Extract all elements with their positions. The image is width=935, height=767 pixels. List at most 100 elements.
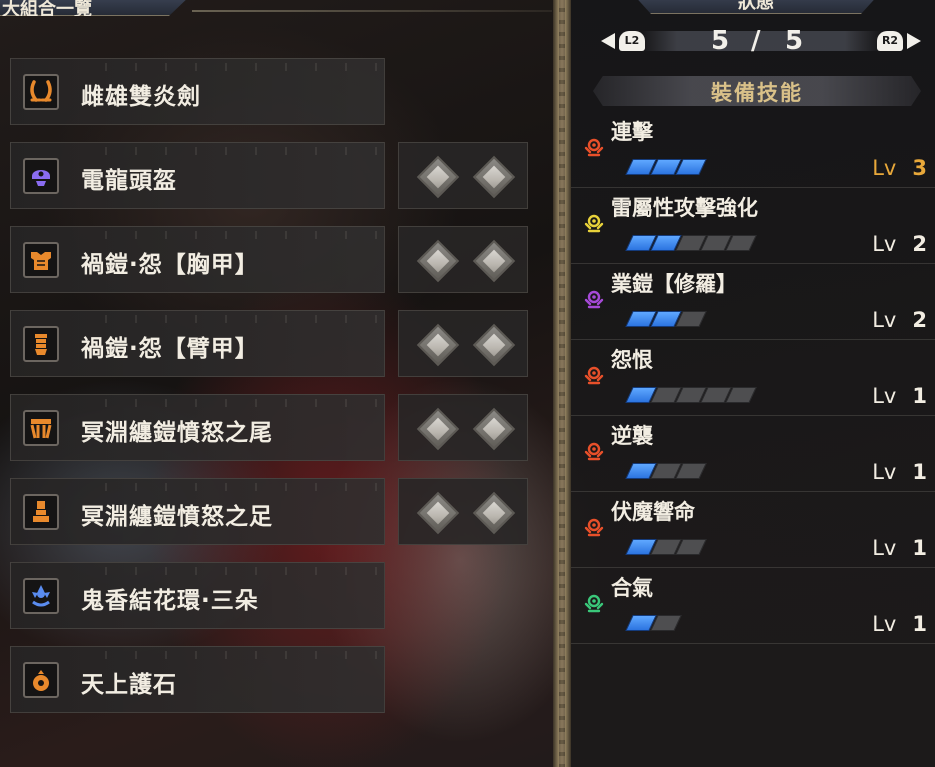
decoration-slots[interactable] [398, 226, 528, 293]
equipment-name: 鬼香結花環·三朵 [81, 588, 259, 614]
skill-row[interactable]: 連擊 Lv 3 [571, 112, 935, 188]
equipment-name: 冥淵纏鎧憤怒之尾 [81, 420, 273, 446]
decoration-slot-gem-icon[interactable] [416, 491, 460, 535]
skill-row[interactable]: 伏魔響命 Lv 1 [571, 492, 935, 568]
skill-emblem-icon [583, 212, 605, 234]
skill-emblem-icon [583, 288, 605, 310]
equipment-name: 禍鎧·怨【胸甲】 [81, 252, 259, 278]
skill-emblem-icon [583, 516, 605, 538]
skill-level-gauge [625, 539, 707, 555]
skill-name: 合氣 [611, 576, 653, 600]
current-page-number: 5 [711, 26, 730, 56]
equipment-skills-header: 裝備技能 [593, 76, 921, 106]
equipment-slot[interactable]: 電龍頭盔 [10, 142, 385, 209]
talisman-icon [23, 662, 59, 698]
chest-armor-icon [23, 242, 59, 278]
skill-level-gauge [625, 463, 707, 479]
previous-page-arrow-icon[interactable] [601, 33, 615, 49]
decoration-slot-gem-icon[interactable] [472, 323, 516, 367]
decoration-slot-gem-icon[interactable] [472, 239, 516, 283]
skill-level-gauge [625, 235, 757, 251]
dual-blades-icon [23, 74, 59, 110]
skill-level-number: 1 [912, 612, 927, 636]
equipment-slot[interactable]: 冥淵纏鎧憤怒之尾 [10, 394, 385, 461]
equipment-row[interactable]: 冥淵纏鎧憤怒之足 [10, 478, 530, 562]
header-divider-line [192, 10, 552, 12]
equipment-row[interactable]: 天上護石 [10, 646, 530, 730]
decoration-slots[interactable] [398, 478, 528, 545]
decoration-slots[interactable] [398, 310, 528, 377]
status-panel: 狀態 L2 5 / 5 R2 裝備技能 連擊 Lv 3 雷屬性攻擊強化 Lv 2 業鎧【修羅… [571, 0, 935, 767]
skill-level: Lv 1 [872, 384, 927, 408]
equipment-name: 電龍頭盔 [81, 168, 177, 194]
skill-level: Lv 1 [872, 536, 927, 560]
total-page-number: 5 [785, 26, 804, 56]
panel-divider [553, 0, 571, 767]
loadout-list-title: 大組合一覽 [2, 0, 92, 20]
status-header: 狀態 [631, 0, 881, 14]
skill-row[interactable]: 合氣 Lv 1 [571, 568, 935, 644]
skill-emblem-icon [583, 592, 605, 614]
equipment-slot[interactable]: 禍鎧·怨【臂甲】 [10, 310, 385, 377]
decoration-slots[interactable] [398, 142, 528, 209]
skill-name: 逆襲 [611, 424, 653, 448]
skill-level-number: 1 [912, 536, 927, 560]
skill-emblem-icon [583, 364, 605, 386]
equipment-row[interactable]: 電龍頭盔 [10, 142, 530, 226]
decoration-slot-gem-icon[interactable] [472, 491, 516, 535]
equipment-slot[interactable]: 禍鎧·怨【胸甲】 [10, 226, 385, 293]
skill-level-number: 1 [912, 460, 927, 484]
skill-level-gauge [625, 615, 682, 631]
skill-name: 雷屬性攻擊強化 [611, 196, 758, 220]
decoration-slot-gem-icon[interactable] [416, 407, 460, 451]
skill-level-label: Lv [872, 232, 897, 256]
skill-row[interactable]: 怨恨 Lv 1 [571, 340, 935, 416]
skill-level-label: Lv [872, 536, 897, 560]
decoration-slot-gem-icon[interactable] [416, 155, 460, 199]
leg-armor-icon [23, 494, 59, 530]
charm-flower-icon [23, 578, 59, 614]
skill-level-label: Lv [872, 460, 897, 484]
loadout-list-header: 大組合一覽 [0, 0, 192, 16]
equipment-row[interactable]: 鬼香結花環·三朵 [10, 562, 530, 646]
page-separator: / [751, 26, 761, 56]
skill-level-gauge [625, 311, 707, 327]
skill-level-number: 2 [912, 308, 927, 332]
decoration-slot-gem-icon[interactable] [472, 155, 516, 199]
equipment-row[interactable]: 禍鎧·怨【臂甲】 [10, 310, 530, 394]
skill-level-label: Lv [872, 612, 897, 636]
skill-level: Lv 2 [872, 232, 927, 256]
status-title: 狀態 [738, 0, 774, 13]
decoration-slot-gem-icon[interactable] [416, 239, 460, 283]
skill-name: 怨恨 [611, 348, 653, 372]
equipment-slot[interactable]: 鬼香結花環·三朵 [10, 562, 385, 629]
equipment-skills-title: 裝備技能 [711, 81, 803, 105]
equipment-slot[interactable]: 雌雄雙炎劍 [10, 58, 385, 125]
r2-button-icon[interactable]: R2 [877, 31, 903, 51]
equipment-row[interactable]: 冥淵纏鎧憤怒之尾 [10, 394, 530, 478]
skill-level-number: 1 [912, 384, 927, 408]
next-page-arrow-icon[interactable] [907, 33, 921, 49]
equipment-name: 雌雄雙炎劍 [81, 84, 201, 110]
skill-level-number: 2 [912, 232, 927, 256]
skill-level-label: Lv [872, 308, 897, 332]
skill-emblem-icon [583, 440, 605, 462]
skill-row[interactable]: 業鎧【修羅】 Lv 2 [571, 264, 935, 340]
decoration-slots[interactable] [398, 394, 528, 461]
skill-level: Lv 1 [872, 460, 927, 484]
skill-list: 連擊 Lv 3 雷屬性攻擊強化 Lv 2 業鎧【修羅】 Lv 2 怨恨 Lv 1 逆襲 Lv 1 伏魔響命 Lv… [571, 112, 935, 644]
skill-row[interactable]: 雷屬性攻擊強化 Lv 2 [571, 188, 935, 264]
equipment-row[interactable]: 雌雄雙炎劍 [10, 58, 530, 142]
equipment-row[interactable]: 禍鎧·怨【胸甲】 [10, 226, 530, 310]
equipment-slot[interactable]: 冥淵纏鎧憤怒之足 [10, 478, 385, 545]
skill-level-number: 3 [912, 156, 927, 180]
skill-level-label: Lv [872, 384, 897, 408]
skill-name: 連擊 [611, 120, 653, 144]
l2-button-icon[interactable]: L2 [619, 31, 645, 51]
skill-level: Lv 2 [872, 308, 927, 332]
decoration-slot-gem-icon[interactable] [416, 323, 460, 367]
decoration-slot-gem-icon[interactable] [472, 407, 516, 451]
waist-armor-icon [23, 410, 59, 446]
skill-row[interactable]: 逆襲 Lv 1 [571, 416, 935, 492]
equipment-slot[interactable]: 天上護石 [10, 646, 385, 713]
